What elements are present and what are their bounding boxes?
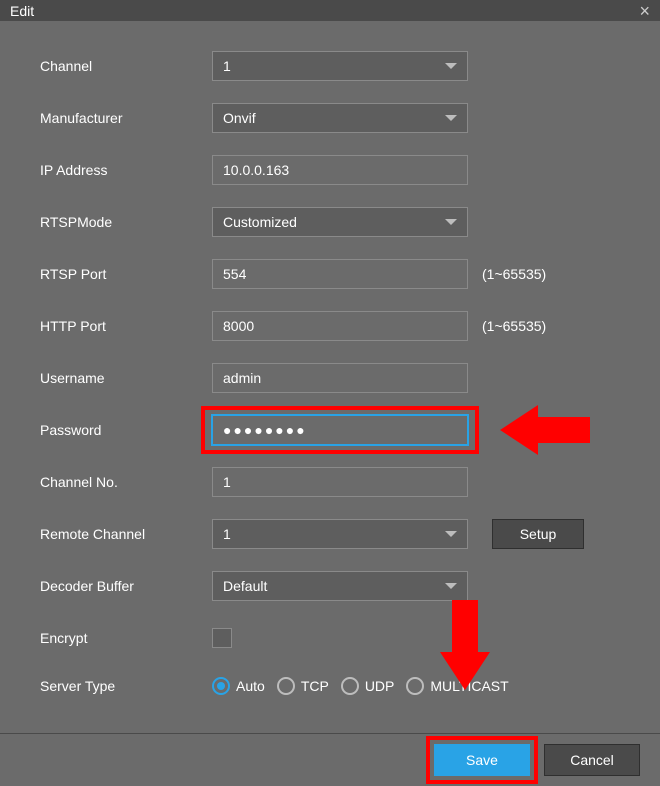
edit-dialog: Edit × Channel 1 Manufacturer Onvif IP A…	[0, 0, 660, 786]
save-label: Save	[466, 752, 498, 768]
radio-icon	[212, 677, 230, 695]
row-manufacturer: Manufacturer Onvif	[40, 103, 620, 133]
chevron-down-icon	[445, 219, 457, 225]
radio-auto[interactable]: Auto	[212, 677, 265, 695]
row-decoder-buffer: Decoder Buffer Default	[40, 571, 620, 601]
radio-auto-label: Auto	[236, 678, 265, 694]
password-value: ●●●●●●●●	[223, 422, 307, 438]
title-bar: Edit ×	[0, 0, 660, 21]
rtsp-port-input[interactable]: 554	[212, 259, 468, 289]
label-rtsp-mode: RTSPMode	[40, 214, 212, 230]
row-password: Password ●●●●●●●●	[40, 415, 620, 445]
label-ip-address: IP Address	[40, 162, 212, 178]
radio-icon	[406, 677, 424, 695]
row-remote-channel: Remote Channel 1 Setup	[40, 519, 620, 549]
http-port-hint: (1~65535)	[482, 318, 546, 334]
label-rtsp-port: RTSP Port	[40, 266, 212, 282]
dialog-content: Channel 1 Manufacturer Onvif IP Address …	[0, 21, 660, 733]
label-password: Password	[40, 422, 212, 438]
label-server-type: Server Type	[40, 678, 212, 694]
setup-label: Setup	[520, 526, 557, 542]
row-server-type: Server Type Auto TCP UDP MULTICAST	[40, 671, 620, 701]
row-rtsp-port: RTSP Port 554 (1~65535)	[40, 259, 620, 289]
label-http-port: HTTP Port	[40, 318, 212, 334]
username-input[interactable]: admin	[212, 363, 468, 393]
chevron-down-icon	[445, 531, 457, 537]
channel-no-value: 1	[223, 474, 231, 490]
row-channel-no: Channel No. 1	[40, 467, 620, 497]
password-input[interactable]: ●●●●●●●●	[212, 415, 468, 445]
label-decoder-buffer: Decoder Buffer	[40, 578, 212, 594]
radio-udp[interactable]: UDP	[341, 677, 395, 695]
radio-tcp-label: TCP	[301, 678, 329, 694]
row-channel: Channel 1	[40, 51, 620, 81]
row-rtsp-mode: RTSPMode Customized	[40, 207, 620, 237]
setup-button[interactable]: Setup	[492, 519, 584, 549]
rtsp-port-hint: (1~65535)	[482, 266, 546, 282]
encrypt-checkbox[interactable]	[212, 628, 232, 648]
http-port-value: 8000	[223, 318, 254, 334]
radio-tcp[interactable]: TCP	[277, 677, 329, 695]
cancel-label: Cancel	[570, 752, 614, 768]
chevron-down-icon	[445, 583, 457, 589]
label-channel: Channel	[40, 58, 212, 74]
manufacturer-select[interactable]: Onvif	[212, 103, 468, 133]
rtsp-mode-value: Customized	[223, 214, 297, 230]
decoder-buffer-value: Default	[223, 578, 267, 594]
radio-udp-label: UDP	[365, 678, 395, 694]
chevron-down-icon	[445, 63, 457, 69]
server-type-radio-group: Auto TCP UDP MULTICAST	[212, 677, 509, 695]
http-port-input[interactable]: 8000	[212, 311, 468, 341]
row-username: Username admin	[40, 363, 620, 393]
label-channel-no: Channel No.	[40, 474, 212, 490]
remote-channel-select[interactable]: 1	[212, 519, 468, 549]
channel-value: 1	[223, 58, 231, 74]
manufacturer-value: Onvif	[223, 110, 256, 126]
dialog-footer: Save Cancel	[0, 733, 660, 786]
ip-address-value: 10.0.0.163	[223, 162, 289, 178]
close-icon[interactable]: ×	[639, 2, 650, 20]
radio-icon	[277, 677, 295, 695]
label-manufacturer: Manufacturer	[40, 110, 212, 126]
row-ip-address: IP Address 10.0.0.163	[40, 155, 620, 185]
remote-channel-value: 1	[223, 526, 231, 542]
ip-address-input[interactable]: 10.0.0.163	[212, 155, 468, 185]
row-http-port: HTTP Port 8000 (1~65535)	[40, 311, 620, 341]
decoder-buffer-select[interactable]: Default	[212, 571, 468, 601]
channel-no-input[interactable]: 1	[212, 467, 468, 497]
radio-multicast[interactable]: MULTICAST	[406, 677, 508, 695]
channel-select[interactable]: 1	[212, 51, 468, 81]
username-value: admin	[223, 370, 261, 386]
chevron-down-icon	[445, 115, 457, 121]
radio-multicast-label: MULTICAST	[430, 678, 508, 694]
rtsp-port-value: 554	[223, 266, 246, 282]
radio-icon	[341, 677, 359, 695]
label-remote-channel: Remote Channel	[40, 526, 212, 542]
arrow-left-icon	[500, 405, 590, 455]
save-button[interactable]: Save	[434, 744, 530, 776]
cancel-button[interactable]: Cancel	[544, 744, 640, 776]
label-encrypt: Encrypt	[40, 630, 212, 646]
dialog-title: Edit	[10, 3, 34, 19]
row-encrypt: Encrypt	[40, 623, 620, 653]
rtsp-mode-select[interactable]: Customized	[212, 207, 468, 237]
label-username: Username	[40, 370, 212, 386]
